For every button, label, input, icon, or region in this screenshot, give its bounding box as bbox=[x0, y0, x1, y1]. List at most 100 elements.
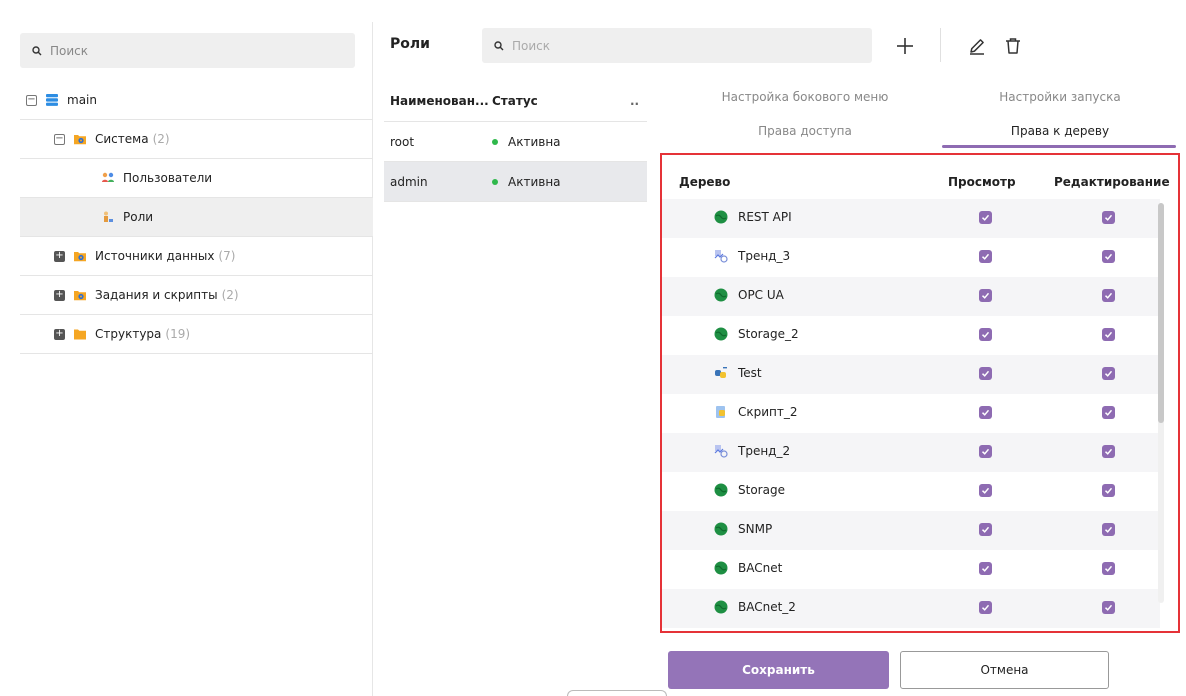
tree-node: Storage_2 bbox=[714, 327, 799, 341]
view-checkbox[interactable] bbox=[979, 445, 992, 458]
trash-icon bbox=[1006, 38, 1020, 54]
nav-search-input[interactable]: Поиск bbox=[20, 33, 355, 68]
expand-icon[interactable]: + bbox=[54, 289, 65, 301]
globe-icon bbox=[714, 522, 728, 536]
role-name: root bbox=[390, 134, 415, 149]
tab-access-rights[interactable]: Права доступа bbox=[660, 116, 950, 146]
check-icon bbox=[1104, 409, 1113, 416]
edit-checkbox[interactable] bbox=[1102, 445, 1115, 458]
tree-node-label: SNMP bbox=[738, 522, 773, 536]
column-options[interactable]: .. bbox=[622, 94, 647, 108]
edit-checkbox[interactable] bbox=[1102, 211, 1115, 224]
check-icon bbox=[1104, 331, 1113, 338]
check-icon bbox=[981, 409, 990, 416]
view-checkbox[interactable] bbox=[979, 562, 992, 575]
check-icon bbox=[1104, 214, 1113, 221]
tab-tree-rights[interactable]: Права к дереву bbox=[945, 116, 1175, 146]
view-checkbox[interactable] bbox=[979, 250, 992, 263]
tab-sidebar-settings[interactable]: Настройка бокового меню bbox=[660, 82, 950, 112]
tree-rights-rows: REST API Тренд_3 OPC UA Storage_2 Test Скрипт… bbox=[662, 199, 1160, 628]
cancel-button[interactable]: Отмена bbox=[900, 651, 1109, 689]
edit-checkbox[interactable] bbox=[1102, 562, 1115, 575]
column-header-status[interactable]: Статус bbox=[492, 94, 622, 108]
table-row: Скрипт_2 bbox=[662, 394, 1160, 433]
pencil-icon bbox=[970, 39, 984, 55]
view-checkbox[interactable] bbox=[979, 484, 992, 497]
table-row: Тренд_2 bbox=[662, 433, 1160, 472]
tree-node-label: BACnet bbox=[738, 561, 783, 575]
view-checkbox[interactable] bbox=[979, 601, 992, 614]
table-row[interactable]: admin Активна bbox=[384, 162, 647, 202]
column-header-tree: Дерево bbox=[679, 175, 731, 189]
column-header-name[interactable]: Наименован... bbox=[384, 94, 492, 108]
view-checkbox[interactable] bbox=[979, 523, 992, 536]
tree-node: REST API bbox=[714, 210, 792, 224]
tree-item-label: Задания и скрипты bbox=[95, 288, 218, 302]
check-icon bbox=[1104, 565, 1113, 572]
edit-checkbox[interactable] bbox=[1102, 367, 1115, 380]
save-button[interactable]: Сохранить bbox=[668, 651, 889, 689]
collapse-icon[interactable]: − bbox=[54, 133, 65, 145]
edit-checkbox[interactable] bbox=[1102, 484, 1115, 497]
check-icon bbox=[1104, 604, 1113, 611]
database-icon bbox=[46, 94, 58, 106]
python-script-icon bbox=[714, 366, 728, 380]
scrollbar-thumb[interactable] bbox=[1158, 203, 1164, 423]
active-tab-indicator bbox=[942, 145, 1176, 148]
expand-icon[interactable]: + bbox=[54, 250, 65, 262]
tree-node-label: OPC UA bbox=[738, 288, 784, 302]
folder-gear-icon bbox=[74, 135, 86, 145]
tree-item-main[interactable]: − main bbox=[20, 81, 373, 120]
scrollbar[interactable] bbox=[1158, 203, 1164, 603]
table-row[interactable]: root Активна bbox=[384, 122, 647, 162]
expand-icon[interactable]: + bbox=[54, 328, 65, 340]
check-icon bbox=[981, 487, 990, 494]
tree-item-tasks-scripts[interactable]: + Задания и скрипты (2) bbox=[20, 276, 373, 315]
delete-button[interactable] bbox=[1000, 33, 1026, 59]
add-button[interactable] bbox=[892, 33, 918, 59]
check-icon bbox=[981, 370, 990, 377]
edit-checkbox[interactable] bbox=[1102, 289, 1115, 302]
table-row: OPC UA bbox=[662, 277, 1160, 316]
view-checkbox[interactable] bbox=[979, 406, 992, 419]
tree-item-count: (2) bbox=[221, 288, 239, 302]
tree-item-structure[interactable]: + Структура (19) bbox=[20, 315, 373, 354]
view-checkbox[interactable] bbox=[979, 289, 992, 302]
role-name: admin bbox=[390, 174, 428, 189]
tree-item-users[interactable]: Пользователи bbox=[20, 159, 373, 198]
edit-checkbox[interactable] bbox=[1102, 406, 1115, 419]
search-icon bbox=[494, 40, 504, 50]
view-checkbox[interactable] bbox=[979, 367, 992, 380]
collapse-icon[interactable]: − bbox=[26, 94, 37, 106]
view-checkbox[interactable] bbox=[979, 211, 992, 224]
tree-item-data-sources[interactable]: + Источники данных (7) bbox=[20, 237, 373, 276]
roles-toolbar: Роли Поиск bbox=[384, 22, 1186, 71]
edit-button[interactable] bbox=[964, 33, 990, 59]
tree-item-system[interactable]: − Система (2) bbox=[20, 120, 373, 159]
tree-item-roles[interactable]: Роли bbox=[20, 198, 373, 237]
tree-node-label: Storage bbox=[738, 483, 785, 497]
table-row: BACnet_2 bbox=[662, 589, 1160, 628]
edit-checkbox[interactable] bbox=[1102, 250, 1115, 263]
plus-icon bbox=[897, 38, 913, 54]
table-row: Test bbox=[662, 355, 1160, 394]
folder-gear-icon bbox=[74, 252, 86, 262]
roles-table: Наименован... Статус .. root Активна adm… bbox=[384, 80, 647, 696]
view-checkbox[interactable] bbox=[979, 328, 992, 341]
tree-node-label: Тренд_2 bbox=[738, 444, 791, 458]
tree-item-label: Система bbox=[95, 132, 149, 146]
check-icon bbox=[981, 526, 990, 533]
tree-item-label: main bbox=[67, 93, 97, 107]
check-icon bbox=[1104, 253, 1113, 260]
edit-checkbox[interactable] bbox=[1102, 523, 1115, 536]
edit-checkbox[interactable] bbox=[1102, 328, 1115, 341]
tree-node: BACnet bbox=[714, 561, 782, 575]
status-dot-icon bbox=[492, 178, 498, 185]
edit-checkbox[interactable] bbox=[1102, 601, 1115, 614]
roles-table-header: Наименован... Статус .. bbox=[384, 80, 647, 122]
tab-launch-settings[interactable]: Настройки запуска bbox=[945, 82, 1175, 112]
roles-search-input[interactable]: Поиск bbox=[482, 28, 872, 63]
check-icon bbox=[981, 253, 990, 260]
roles-icon bbox=[104, 211, 113, 222]
check-icon bbox=[981, 214, 990, 221]
